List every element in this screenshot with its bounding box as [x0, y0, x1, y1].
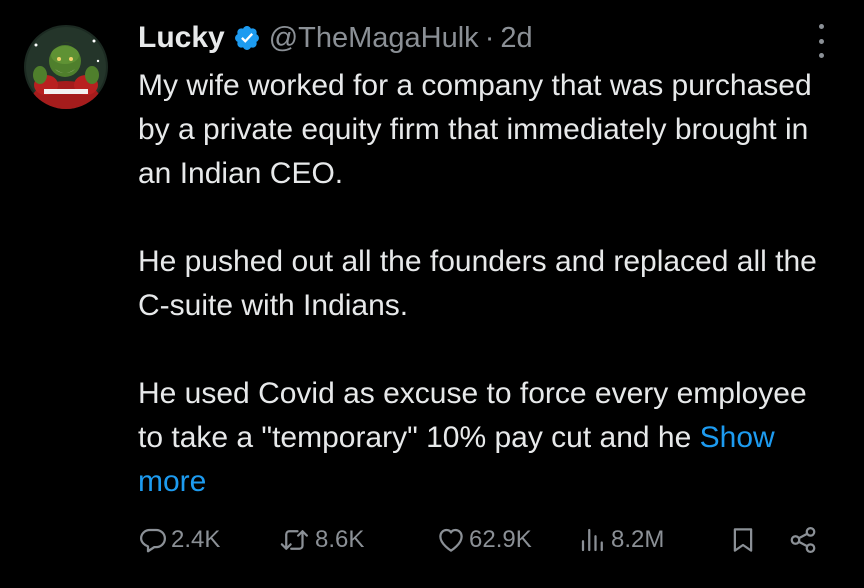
more-options-button[interactable] — [809, 24, 833, 58]
like-button[interactable]: 62.9K — [436, 520, 532, 560]
timestamp[interactable]: 2d — [500, 22, 532, 55]
like-icon — [439, 528, 463, 552]
bookmark-icon — [733, 528, 753, 552]
tweet-paragraph: My wife worked for a company that was pu… — [138, 69, 812, 190]
avatar-image — [24, 25, 108, 109]
repost-icon — [280, 530, 308, 550]
separator-dot: · — [484, 21, 495, 54]
author-handle[interactable]: @TheMagaHulk — [269, 22, 479, 55]
tweet[interactable]: Lucky @TheMagaHulk · 2d My wife worked f… — [0, 0, 864, 588]
bookmark-button[interactable] — [728, 520, 758, 560]
tweet-paragraph-truncated: He used Covid as excuse to force every e… — [138, 372, 838, 504]
reply-icon — [140, 528, 166, 553]
avatar[interactable] — [24, 25, 108, 109]
tweet-paragraph: He pushed out all the founders and repla… — [138, 245, 817, 322]
more-dot-icon — [818, 53, 824, 58]
more-dot-icon — [818, 24, 824, 29]
tweet-actions: 2.4K 8.6K 62.9K 8.2M — [138, 520, 828, 560]
tweet-text: My wife worked for a company that was pu… — [138, 64, 838, 504]
views-icon — [581, 528, 603, 552]
display-name[interactable]: Lucky — [138, 21, 225, 55]
reply-button[interactable]: 2.4K — [138, 520, 220, 560]
like-count: 62.9K — [469, 526, 532, 553]
share-button[interactable] — [788, 520, 818, 560]
views-count: 8.2M — [611, 526, 665, 553]
reply-count: 2.4K — [171, 526, 221, 553]
views-button[interactable]: 8.2M — [578, 520, 664, 560]
repost-count: 8.6K — [315, 526, 365, 553]
tweet-header: Lucky @TheMagaHulk · 2d — [138, 18, 533, 58]
share-icon — [790, 527, 816, 553]
verified-badge-icon[interactable] — [233, 24, 261, 52]
more-dot-icon — [818, 38, 824, 44]
repost-button[interactable]: 8.6K — [278, 520, 364, 560]
